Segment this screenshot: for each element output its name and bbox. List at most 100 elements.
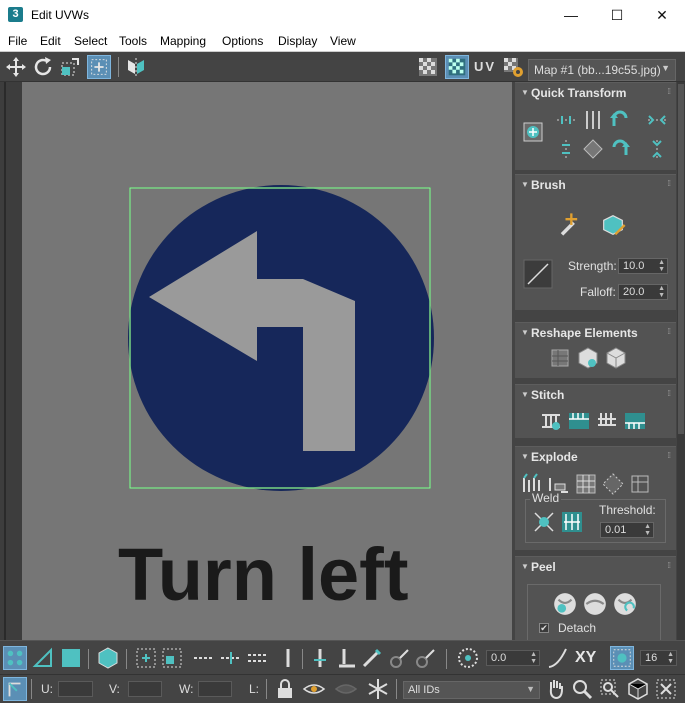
rollout-header[interactable]: ▼ Peel ⁞⁞ <box>515 557 676 577</box>
brush-falloff-curve-icon[interactable] <box>523 259 553 289</box>
rollout-header[interactable]: ▼ Quick Transform ⁞⁞ <box>515 83 676 103</box>
menu-view[interactable]: View <box>330 34 356 48</box>
collapse-triangle-icon[interactable]: ▼ <box>521 390 529 399</box>
explode-by-material-icon[interactable] <box>574 472 598 496</box>
collapse-triangle-icon[interactable]: ▼ <box>521 452 529 461</box>
scrollbar-thumb[interactable] <box>678 84 684 434</box>
soft-selection-curve-icon[interactable] <box>546 646 570 670</box>
freeform-mode-icon[interactable] <box>87 55 111 79</box>
move-icon[interactable] <box>4 55 28 79</box>
align-vertical-icon[interactable] <box>581 108 605 132</box>
rollout-header[interactable]: ▼ Explode ⁞⁞ <box>515 447 676 467</box>
weld-selected-icon[interactable] <box>532 510 556 534</box>
w-coord-input[interactable] <box>198 681 232 697</box>
rotation-angle-spinner[interactable]: 0.0 ▲ ▼ <box>486 650 540 666</box>
ring-shrink-icon[interactable] <box>335 646 359 670</box>
menu-mapping[interactable]: Mapping <box>160 34 206 48</box>
weld-target-icon[interactable] <box>560 510 584 534</box>
u-coord-input[interactable] <box>58 681 93 697</box>
element-select-icon[interactable] <box>96 646 120 670</box>
peel-mode-icon[interactable] <box>582 591 608 617</box>
rotate-icon[interactable] <box>31 55 55 79</box>
relax-icon[interactable] <box>604 346 628 370</box>
stitch-custom-icon[interactable] <box>539 409 563 433</box>
menu-options[interactable]: Options <box>222 34 263 48</box>
shrink-selection-icon[interactable] <box>160 646 184 670</box>
absolute-offset-mode-icon[interactable] <box>3 677 27 701</box>
edge-select-icon[interactable] <box>31 646 55 670</box>
loop-shrink-icon[interactable] <box>246 646 270 670</box>
mirror-icon[interactable] <box>124 55 148 79</box>
quick-peel-icon[interactable] <box>552 591 578 617</box>
strength-spinner[interactable]: 10.0 ▲ ▼ <box>618 258 668 274</box>
paint-grow-icon[interactable] <box>388 646 412 670</box>
paint-move-brush-icon[interactable] <box>555 211 583 239</box>
zoom-extents-icon[interactable] <box>626 677 650 701</box>
loop-grow-icon[interactable] <box>219 646 243 670</box>
minimize-button[interactable]: — <box>548 0 594 30</box>
flatten-by-polygon-angle-icon[interactable] <box>628 472 652 496</box>
freeze-snowflake-icon[interactable] <box>366 677 390 701</box>
unhide-eye-icon[interactable] <box>334 677 358 701</box>
collapse-triangle-icon[interactable]: ▼ <box>521 180 529 189</box>
menu-tools[interactable]: Tools <box>119 34 147 48</box>
maximize-button[interactable]: ☐ <box>594 0 640 30</box>
rollout-header[interactable]: ▼ Stitch ⁞⁞ <box>515 385 676 405</box>
polygon-select-icon[interactable] <box>59 646 83 670</box>
detach-checkbox[interactable]: ✔ <box>539 623 549 633</box>
close-button[interactable]: ✕ <box>639 0 685 30</box>
stitch-to-average-icon[interactable] <box>595 409 619 433</box>
material-id-dropdown[interactable]: All IDs ▼ <box>403 681 540 699</box>
align-to-center-icon[interactable] <box>521 120 545 144</box>
rotation-snap-icon[interactable] <box>456 646 480 670</box>
uv-canvas[interactable]: Turn left <box>0 82 512 640</box>
grow-selection-icon[interactable] <box>134 646 158 670</box>
space-vertical-icon[interactable] <box>645 137 669 161</box>
show-map-icon[interactable] <box>445 55 469 79</box>
xy-axis-toggle[interactable]: XY <box>575 649 596 667</box>
zoom-region-icon[interactable] <box>598 677 622 701</box>
texture-map-dropdown[interactable]: Map #1 (bb...19c55.jpg) ▼ <box>528 59 676 81</box>
uv-axis-label[interactable]: UV <box>474 59 496 74</box>
spinner-arrows-icon[interactable]: ▲ ▼ <box>530 651 537 665</box>
ring-grow-icon[interactable] <box>308 646 332 670</box>
rotate-ccw-90-icon[interactable] <box>608 108 632 132</box>
hide-eye-icon[interactable] <box>302 677 326 701</box>
align-horizontal-icon[interactable] <box>554 108 578 132</box>
collapse-triangle-icon[interactable]: ▼ <box>521 88 529 97</box>
rotate-cw-90-icon[interactable] <box>608 137 632 161</box>
scale-icon[interactable] <box>58 55 82 79</box>
threshold-spinner[interactable]: 0.01 ▲ ▼ <box>600 522 654 538</box>
ring-select-icon[interactable] <box>276 646 300 670</box>
spinner-arrows-icon[interactable]: ▲ ▼ <box>644 523 651 537</box>
lock-icon[interactable] <box>273 677 297 701</box>
paint-select-icon[interactable] <box>360 646 384 670</box>
falloff-spinner[interactable]: 20.0 ▲ ▼ <box>618 284 668 300</box>
stitch-to-source-icon[interactable] <box>623 409 647 433</box>
menu-file[interactable]: File <box>8 34 27 48</box>
checker-pattern-icon[interactable] <box>416 55 440 79</box>
collapse-triangle-icon[interactable]: ▼ <box>521 562 529 571</box>
menu-edit[interactable]: Edit <box>40 34 61 48</box>
relax-until-flat-icon[interactable] <box>576 346 600 370</box>
collapse-triangle-icon[interactable]: ▼ <box>521 328 529 337</box>
grid-size-spinner[interactable]: 16 ▲ ▼ <box>640 650 677 666</box>
flatten-to-squares-icon[interactable] <box>601 472 625 496</box>
paint-shrink-icon[interactable] <box>414 646 438 670</box>
spinner-arrows-icon[interactable]: ▲ ▼ <box>658 259 665 273</box>
relax-brush-icon[interactable] <box>599 211 627 239</box>
zoom-selected-icon[interactable] <box>654 677 678 701</box>
loop-select-icon[interactable] <box>192 646 216 670</box>
zoom-magnifier-icon[interactable] <box>570 677 594 701</box>
stitch-to-target-icon[interactable] <box>567 409 591 433</box>
pan-hand-icon[interactable] <box>544 677 568 701</box>
rollout-header[interactable]: ▼ Brush ⁞⁞ <box>515 175 676 195</box>
spinner-arrows-icon[interactable]: ▲ ▼ <box>667 651 674 665</box>
spinner-arrows-icon[interactable]: ▲ ▼ <box>658 285 665 299</box>
texture-settings-icon[interactable] <box>501 55 525 79</box>
grid-snap-icon[interactable] <box>610 646 634 670</box>
menu-display[interactable]: Display <box>278 34 317 48</box>
menu-select[interactable]: Select <box>74 34 107 48</box>
straighten-selection-icon[interactable] <box>548 346 572 370</box>
rollout-header[interactable]: ▼ Reshape Elements ⁞⁞ <box>515 323 676 343</box>
